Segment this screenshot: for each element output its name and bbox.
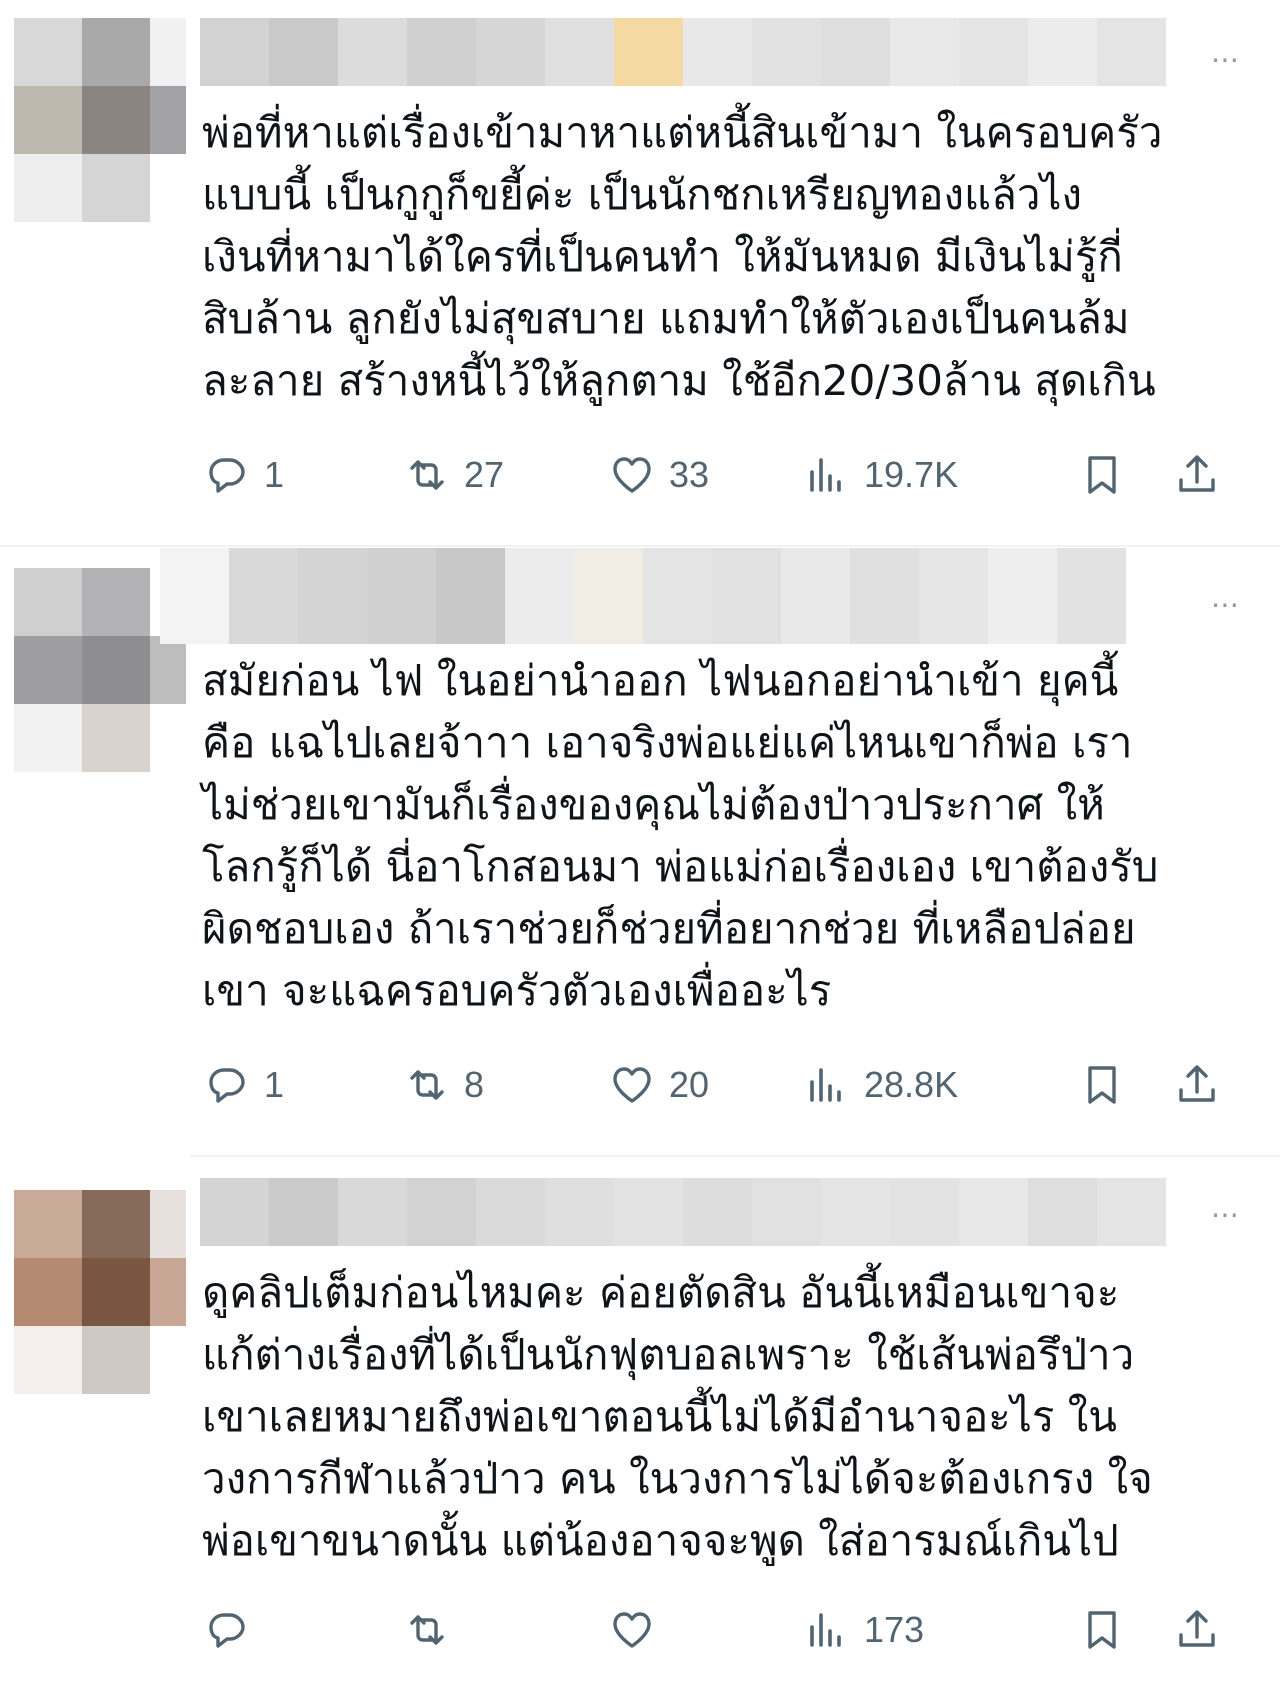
like-icon — [613, 1612, 651, 1648]
avatar-pixel — [82, 1190, 150, 1258]
name-pixel — [959, 1178, 1028, 1246]
avatar-pixel — [150, 1258, 186, 1326]
reply-text-line: พ่อเขาขนาดนั้น แต่น้องอาจจะพูด ใส่อารมณ์… — [202, 1516, 1119, 1565]
reply-text-line: ดูคลิปเต็มก่อนไหมคะ ค่อยตัดสิน อันนี้เหม… — [202, 1268, 1120, 1317]
name-pixel — [614, 1178, 683, 1246]
share-button[interactable] — [1172, 1600, 1234, 1660]
name-pixel — [200, 1178, 269, 1246]
name-pixel — [269, 1178, 338, 1246]
share-icon — [1179, 1610, 1215, 1647]
name-pixel — [476, 1178, 545, 1246]
more-options-icon[interactable]: ⋯ — [1211, 1201, 1240, 1229]
reply-button[interactable] — [202, 1600, 264, 1660]
name-pixel — [683, 1178, 752, 1246]
name-pixel — [752, 1178, 821, 1246]
reply-icon — [209, 1613, 245, 1648]
name-pixel — [821, 1178, 890, 1246]
name-pixel — [1097, 1178, 1166, 1246]
avatar-pixel — [14, 1190, 82, 1258]
views-button[interactable]: 173 — [802, 1600, 924, 1660]
name-pixel — [545, 1178, 614, 1246]
avatar-pixel — [82, 1326, 150, 1394]
author-name-blurred[interactable] — [200, 1178, 1166, 1246]
repost-button[interactable] — [402, 1600, 464, 1660]
bookmark-icon — [1088, 1611, 1116, 1649]
views-icon — [810, 1613, 841, 1647]
reply-text-line: เขาเลยหมายถึงพ่อเขาตอนนี้ไม่ได้มีอำนาจอะ… — [202, 1392, 1117, 1441]
name-pixel — [407, 1178, 476, 1246]
avatar-pixel — [14, 1326, 82, 1394]
name-pixel — [338, 1178, 407, 1246]
reply-text-line: วงการกีฬาแล้วป่าว คน ในวงการไม่ได้จะต้อง… — [202, 1454, 1153, 1503]
avatar[interactable] — [14, 1190, 186, 1394]
avatar-pixel — [150, 1326, 186, 1394]
views-count: 173 — [864, 1609, 925, 1650]
name-pixel — [1028, 1178, 1097, 1246]
reply-text: ดูคลิปเต็มก่อนไหมคะ ค่อยตัดสิน อันนี้เหม… — [202, 1262, 1262, 1572]
action-bar: 173 — [202, 1600, 1242, 1660]
bookmark-button[interactable] — [1077, 1600, 1139, 1660]
repost-icon — [410, 1615, 444, 1645]
reply-text-line: แก้ต่างเรื่องที่ได้เป็นนักฟุตบอลเพราะ ใช… — [202, 1330, 1135, 1379]
avatar-pixel — [14, 1258, 82, 1326]
reply-3: ⋯ ดูคลิปเต็มก่อนไหมคะ ค่อยตัดสิน อันนี้เ… — [0, 0, 1280, 1705]
name-pixel — [890, 1178, 959, 1246]
avatar-pixel — [150, 1190, 186, 1258]
like-button[interactable] — [607, 1600, 669, 1660]
avatar-pixel — [82, 1258, 150, 1326]
